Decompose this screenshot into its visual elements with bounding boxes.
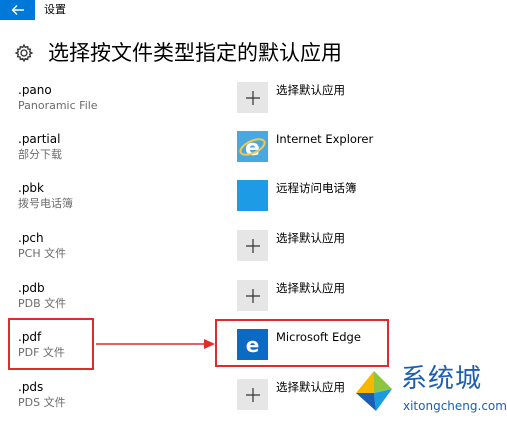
plus-icon xyxy=(245,288,260,303)
watermark: 系统城 xitongcheng.com xyxy=(349,360,507,422)
default-app-label[interactable]: 选择默认应用 xyxy=(276,379,345,395)
window-title: 设置 xyxy=(44,3,66,16)
page-title: 选择按文件类型指定的默认应用 xyxy=(48,41,342,65)
internet-explorer-icon: e xyxy=(237,131,268,162)
default-app-label[interactable]: 选择默认应用 xyxy=(276,82,345,98)
title-bar: 设置 xyxy=(0,0,507,20)
file-extension: .pbk xyxy=(18,181,44,195)
file-extension: .pdb xyxy=(18,281,45,295)
default-app-label[interactable]: 远程访问电话簿 xyxy=(276,180,357,196)
choose-default-app-button[interactable] xyxy=(237,280,268,311)
file-description: PDB 文件 xyxy=(18,297,67,310)
default-app-label[interactable]: 选择默认应用 xyxy=(276,230,345,246)
file-type-row-pano: .pano Panoramic File 选择默认应用 xyxy=(0,82,507,131)
file-extension: .pano xyxy=(18,83,52,97)
plus-icon xyxy=(245,387,260,402)
file-description: Panoramic File xyxy=(18,99,98,112)
default-app-button[interactable]: e xyxy=(237,131,268,162)
file-extension: .pds xyxy=(18,380,44,394)
file-extension: .partial xyxy=(18,132,61,146)
highlight-box-file-type xyxy=(8,318,94,370)
default-app-label[interactable]: 选择默认应用 xyxy=(276,280,345,296)
file-description: PDS 文件 xyxy=(18,396,66,409)
file-type-row-partial: .partial 部分下载 e Internet Explorer xyxy=(0,131,507,180)
watermark-url: xitongcheng.com xyxy=(403,399,507,413)
choose-default-app-button[interactable] xyxy=(237,82,268,113)
back-button[interactable] xyxy=(0,0,35,20)
choose-default-app-button[interactable] xyxy=(237,379,268,410)
file-type-row-pbk: .pbk 拨号电话簿 远程访问电话簿 xyxy=(0,180,507,229)
watermark-logo-icon xyxy=(356,371,392,411)
file-description: PCH 文件 xyxy=(18,247,67,260)
file-description: 拨号电话簿 xyxy=(18,197,73,210)
default-app-button[interactable] xyxy=(237,180,268,211)
file-extension: .pch xyxy=(18,231,44,245)
file-type-row-pch: .pch PCH 文件 选择默认应用 xyxy=(0,230,507,279)
annotation-arrow-icon xyxy=(96,339,215,349)
gear-icon xyxy=(14,43,34,63)
plus-icon xyxy=(245,238,260,253)
default-app-label[interactable]: Internet Explorer xyxy=(276,131,373,147)
plus-icon xyxy=(245,90,260,105)
choose-default-app-button[interactable] xyxy=(237,230,268,261)
page-header: 选择按文件类型指定的默认应用 xyxy=(14,36,342,70)
watermark-text: 系统城 xyxy=(401,364,483,394)
file-description: 部分下载 xyxy=(18,148,62,161)
back-arrow-icon xyxy=(11,5,24,15)
